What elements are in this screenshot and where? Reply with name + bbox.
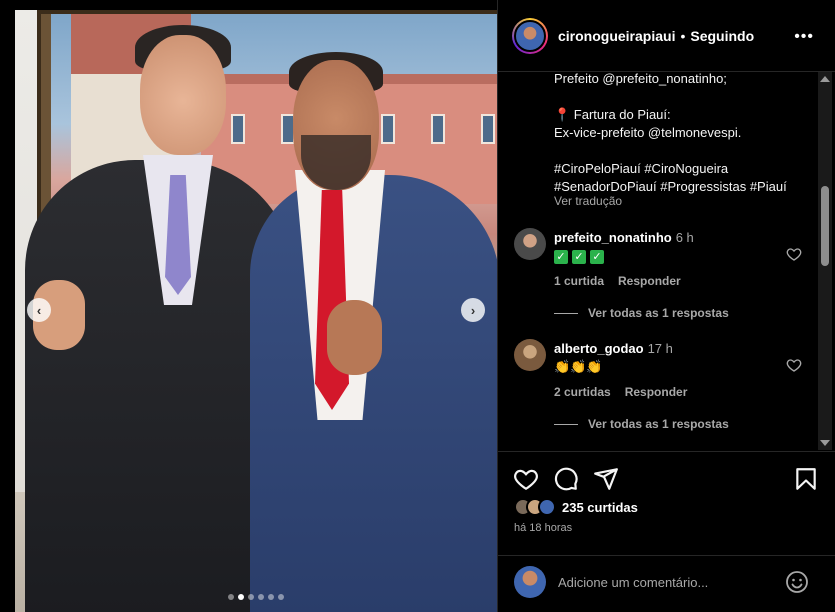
comment-likes[interactable]: 2 curtidas bbox=[554, 385, 611, 399]
comment-time: 17 h bbox=[647, 341, 673, 356]
reply-button[interactable]: Responder bbox=[625, 385, 688, 399]
post-caption: Prefeito @prefeito_nonatinho; 📍 Fartura d… bbox=[554, 72, 804, 196]
post-photo[interactable] bbox=[15, 10, 497, 612]
more-icon[interactable]: ••• bbox=[794, 28, 814, 46]
carousel-dot bbox=[248, 594, 254, 600]
carousel-dot bbox=[238, 594, 244, 600]
emoji-icon[interactable] bbox=[785, 570, 809, 594]
post-media-panel: ‹ › bbox=[0, 0, 497, 612]
share-icon[interactable] bbox=[593, 466, 619, 492]
view-replies-button[interactable]: Ver todas as 1 respostas bbox=[554, 417, 729, 431]
post-actions: 235 curtidas há 18 horas bbox=[498, 451, 835, 555]
bookmark-icon[interactable] bbox=[793, 466, 819, 492]
comment-icon[interactable] bbox=[553, 466, 579, 492]
carousel-prev-button[interactable]: ‹ bbox=[27, 298, 51, 322]
carousel-dot bbox=[278, 594, 284, 600]
caption-line: #CiroPeloPiauí #CiroNogueira bbox=[554, 161, 729, 176]
reply-button[interactable]: Responder bbox=[618, 274, 681, 288]
carousel-dots bbox=[15, 594, 497, 600]
comment-text: ✓ ✓ ✓ bbox=[554, 248, 608, 264]
header-separator: • bbox=[680, 27, 686, 44]
caption-line: Prefeito @prefeito_nonatinho; bbox=[554, 72, 727, 86]
heart-icon[interactable] bbox=[786, 246, 802, 262]
carousel-next-button[interactable]: › bbox=[461, 298, 485, 322]
check-emoji: ✓ bbox=[572, 250, 586, 264]
caption-line bbox=[554, 142, 804, 160]
post-header: cironogueirapiaui • Seguindo ••• bbox=[498, 0, 835, 72]
carousel-dot bbox=[268, 594, 274, 600]
check-emoji: ✓ bbox=[554, 250, 568, 264]
comment-avatar[interactable] bbox=[514, 339, 546, 371]
thumbs-up-hand bbox=[327, 300, 382, 375]
post-sidebar: cironogueirapiaui • Seguindo ••• Prefeit… bbox=[497, 0, 835, 612]
likes-count[interactable]: 235 curtidas bbox=[562, 500, 638, 515]
avatar[interactable] bbox=[512, 17, 548, 54]
comment-avatar[interactable] bbox=[514, 228, 546, 260]
avatar bbox=[514, 566, 546, 598]
caption-line: 📍 Fartura do Piauí: bbox=[554, 107, 671, 122]
comment-username[interactable]: prefeito_nonatinho bbox=[554, 230, 672, 245]
heart-icon[interactable] bbox=[513, 466, 539, 492]
comments-scroll-area[interactable]: Prefeito @prefeito_nonatinho; 📍 Fartura d… bbox=[498, 72, 835, 450]
scroll-up-arrow[interactable] bbox=[820, 76, 830, 82]
carousel-dot bbox=[228, 594, 234, 600]
check-emoji: ✓ bbox=[590, 250, 604, 264]
view-replies-button[interactable]: Ver todas as 1 respostas bbox=[554, 306, 729, 320]
caption-line bbox=[554, 88, 804, 106]
comment-input[interactable] bbox=[558, 572, 778, 592]
comment-text: 👏👏👏 bbox=[554, 359, 603, 374]
scroll-down-arrow[interactable] bbox=[820, 440, 830, 446]
scrollbar[interactable] bbox=[818, 72, 832, 450]
avatar bbox=[538, 498, 556, 516]
author-username[interactable]: cironogueirapiaui bbox=[558, 28, 675, 44]
comment-time: 6 h bbox=[675, 230, 694, 245]
comment-likes[interactable]: 1 curtida bbox=[554, 274, 604, 288]
following-button[interactable]: Seguindo bbox=[690, 28, 754, 44]
see-translation-link[interactable]: Ver tradução bbox=[554, 194, 622, 208]
comment-username[interactable]: alberto_godao bbox=[554, 341, 644, 356]
caption-line: Ex-vice-prefeito @telmonevespi. bbox=[554, 125, 742, 140]
add-comment-bar bbox=[498, 555, 835, 612]
scrollbar-thumb[interactable] bbox=[821, 186, 829, 266]
heart-icon[interactable] bbox=[786, 357, 802, 373]
likes-summary[interactable]: 235 curtidas bbox=[514, 498, 638, 516]
carousel-dot bbox=[258, 594, 264, 600]
post-timestamp: há 18 horas bbox=[514, 522, 573, 534]
